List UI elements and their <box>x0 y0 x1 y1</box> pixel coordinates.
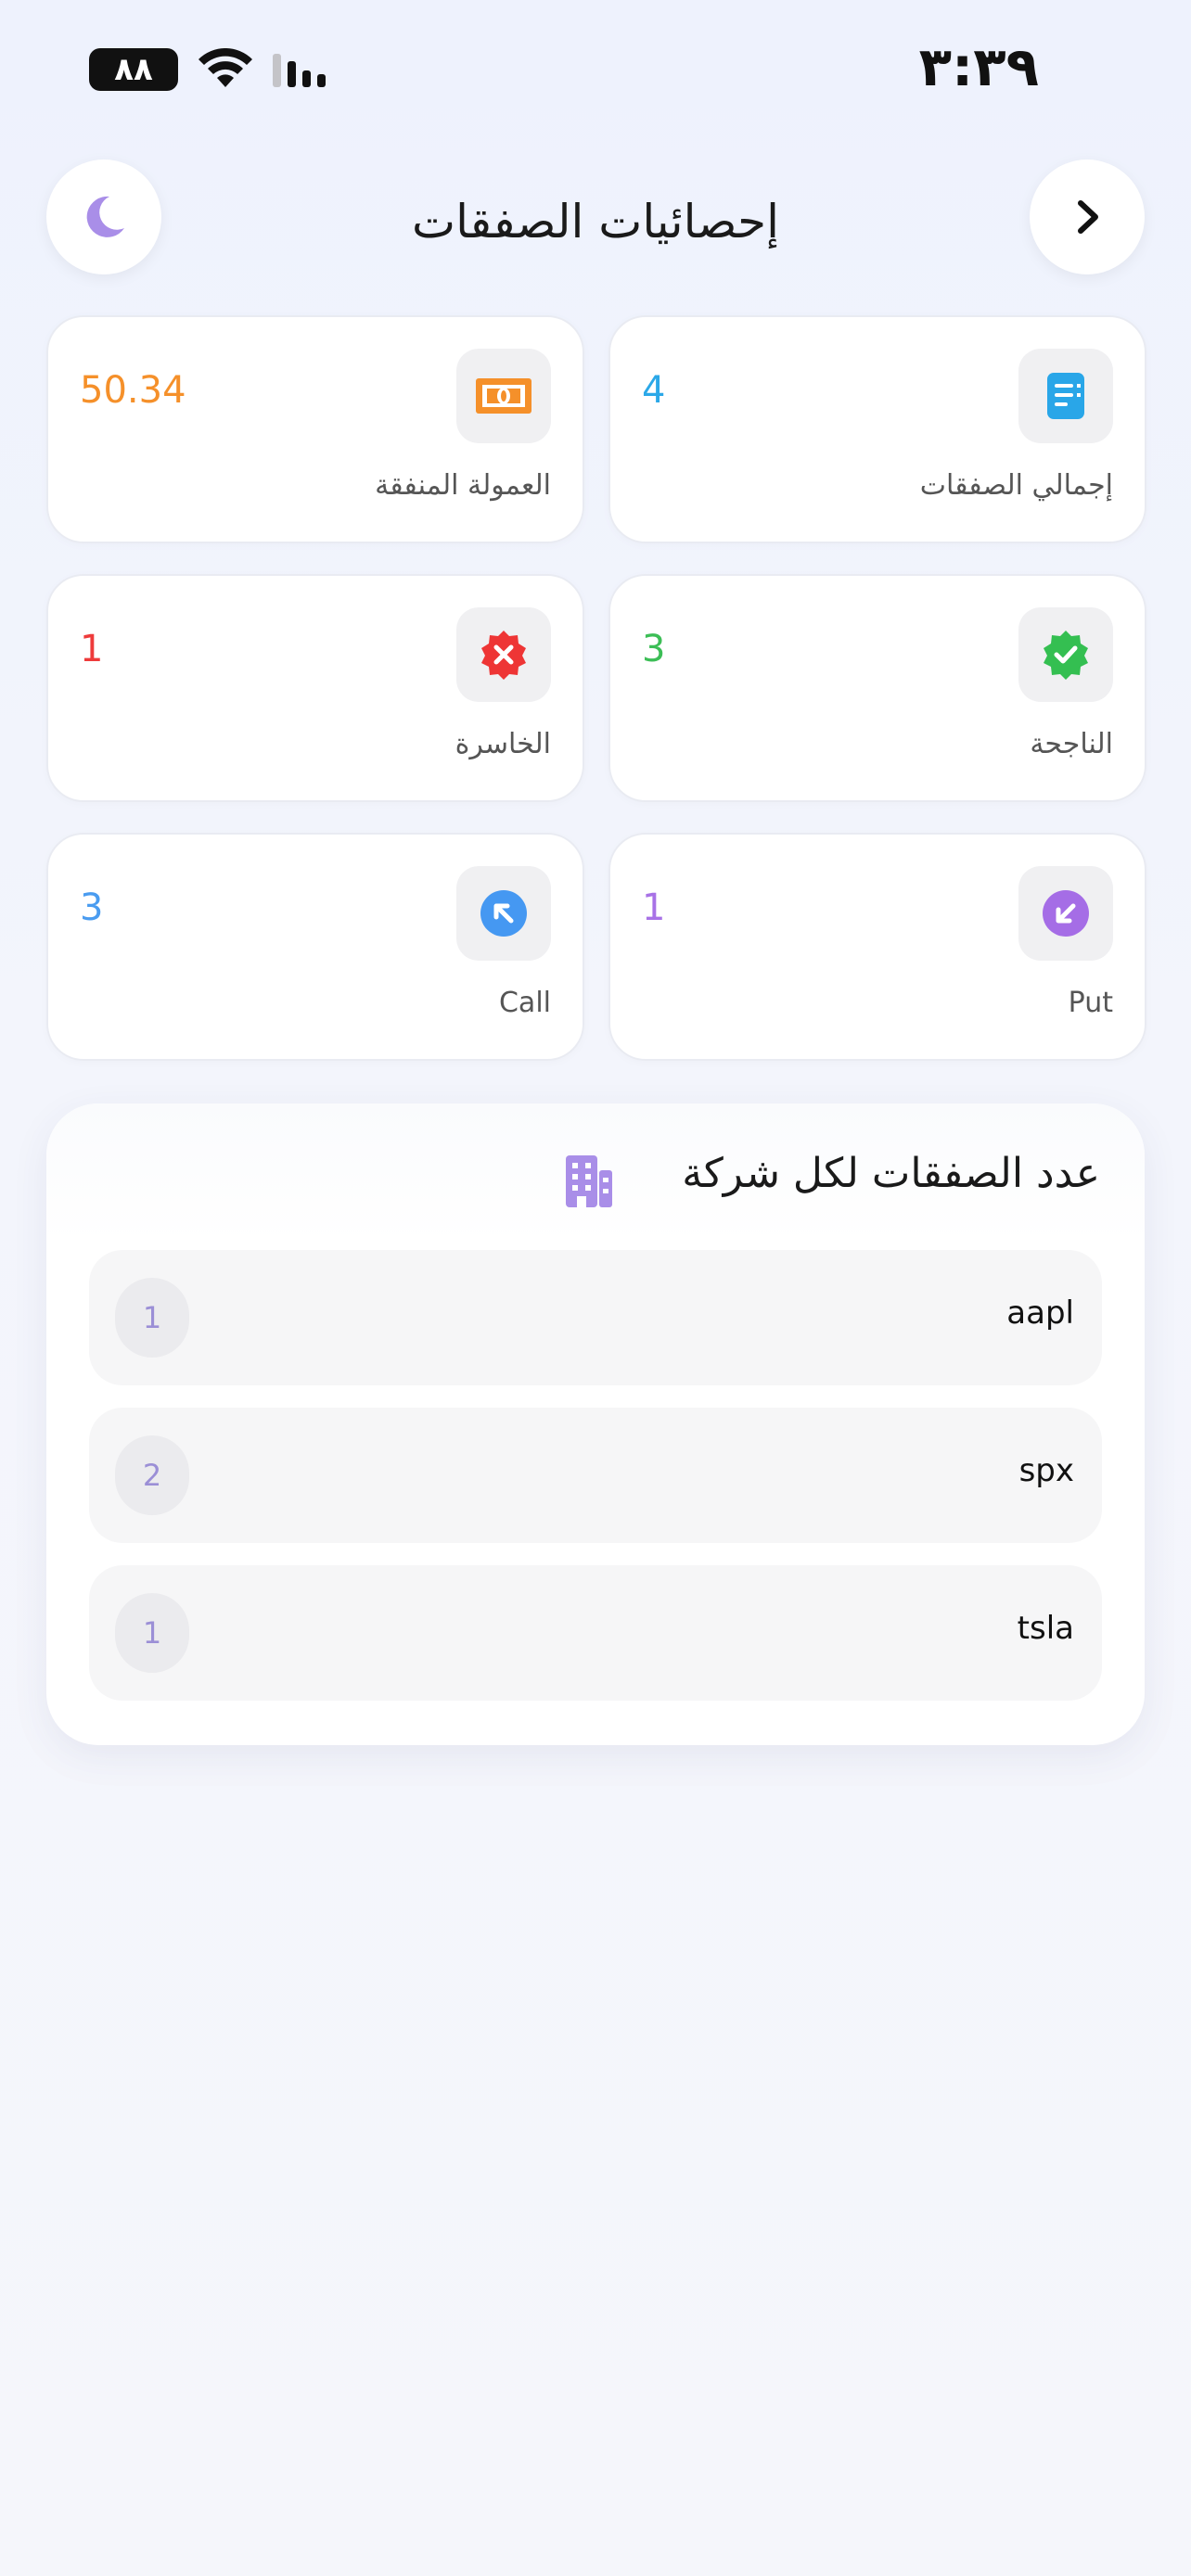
arrow-up-left-icon <box>480 890 527 937</box>
battery-indicator: ٨٨ <box>89 48 178 91</box>
trades-per-company-panel: عدد الصفقات لكل شركة aapl 1 spx 2 tsla 1 <box>46 1103 1145 1745</box>
losing-value: 1 <box>80 628 104 670</box>
commission-value: 50.34 <box>80 369 186 412</box>
total-trades-label: إجمالي الصفقات <box>919 469 1113 502</box>
losing-label: الخاسرة <box>455 728 551 760</box>
stat-card-put[interactable]: 1 Put <box>608 833 1146 1061</box>
winning-value: 3 <box>642 628 666 670</box>
put-label: Put <box>1068 987 1113 1019</box>
x-badge-icon <box>481 631 526 680</box>
stat-card-commission[interactable]: 50.34 العمولة المنفقة <box>46 315 584 543</box>
wifi-icon <box>198 48 252 87</box>
stat-card-call[interactable]: 3 Call <box>46 833 584 1061</box>
stat-icon-box <box>1018 866 1113 961</box>
money-icon <box>476 378 531 414</box>
stat-card-winning[interactable]: 3 الناجحة <box>608 574 1146 802</box>
building-icon <box>566 1155 612 1207</box>
stat-icon-box <box>456 866 551 961</box>
battery-level: ٨٨ <box>114 51 153 88</box>
company-count-badge: 1 <box>115 1278 189 1358</box>
company-row[interactable]: spx 2 <box>89 1408 1102 1543</box>
arrow-down-left-icon <box>1043 890 1089 937</box>
company-row[interactable]: aapl 1 <box>89 1250 1102 1385</box>
stat-icon-box <box>1018 607 1113 702</box>
theme-toggle-button[interactable] <box>46 159 161 274</box>
call-value: 3 <box>80 886 104 929</box>
company-name: aapl <box>1006 1294 1074 1332</box>
stat-icon-box <box>456 349 551 443</box>
call-label: Call <box>498 987 551 1019</box>
company-name: tsla <box>1017 1610 1074 1647</box>
back-button[interactable] <box>1030 159 1145 274</box>
put-value: 1 <box>642 886 666 929</box>
moon-icon <box>86 196 124 237</box>
panel-title: عدد الصفقات لكل شركة <box>682 1150 1100 1197</box>
check-badge-icon <box>1044 631 1088 680</box>
stat-card-losing[interactable]: 1 الخاسرة <box>46 574 584 802</box>
stat-icon-box <box>456 607 551 702</box>
winning-label: الناجحة <box>1030 728 1113 760</box>
company-row[interactable]: tsla 1 <box>89 1565 1102 1701</box>
chevron-right-icon <box>1078 200 1098 234</box>
stat-card-total-trades[interactable]: 4 إجمالي الصفقات <box>608 315 1146 543</box>
stat-icon-box <box>1018 349 1113 443</box>
total-trades-value: 4 <box>642 369 666 412</box>
status-time: ٣:٣٩ <box>918 35 1039 98</box>
page-title: إحصائيات الصفقات <box>412 195 779 249</box>
cellular-signal-icon <box>273 54 326 87</box>
company-count-badge: 1 <box>115 1593 189 1673</box>
commission-label: العمولة المنفقة <box>375 469 551 502</box>
company-count-badge: 2 <box>115 1435 189 1515</box>
document-icon <box>1047 373 1084 419</box>
company-name: spx <box>1018 1452 1074 1489</box>
